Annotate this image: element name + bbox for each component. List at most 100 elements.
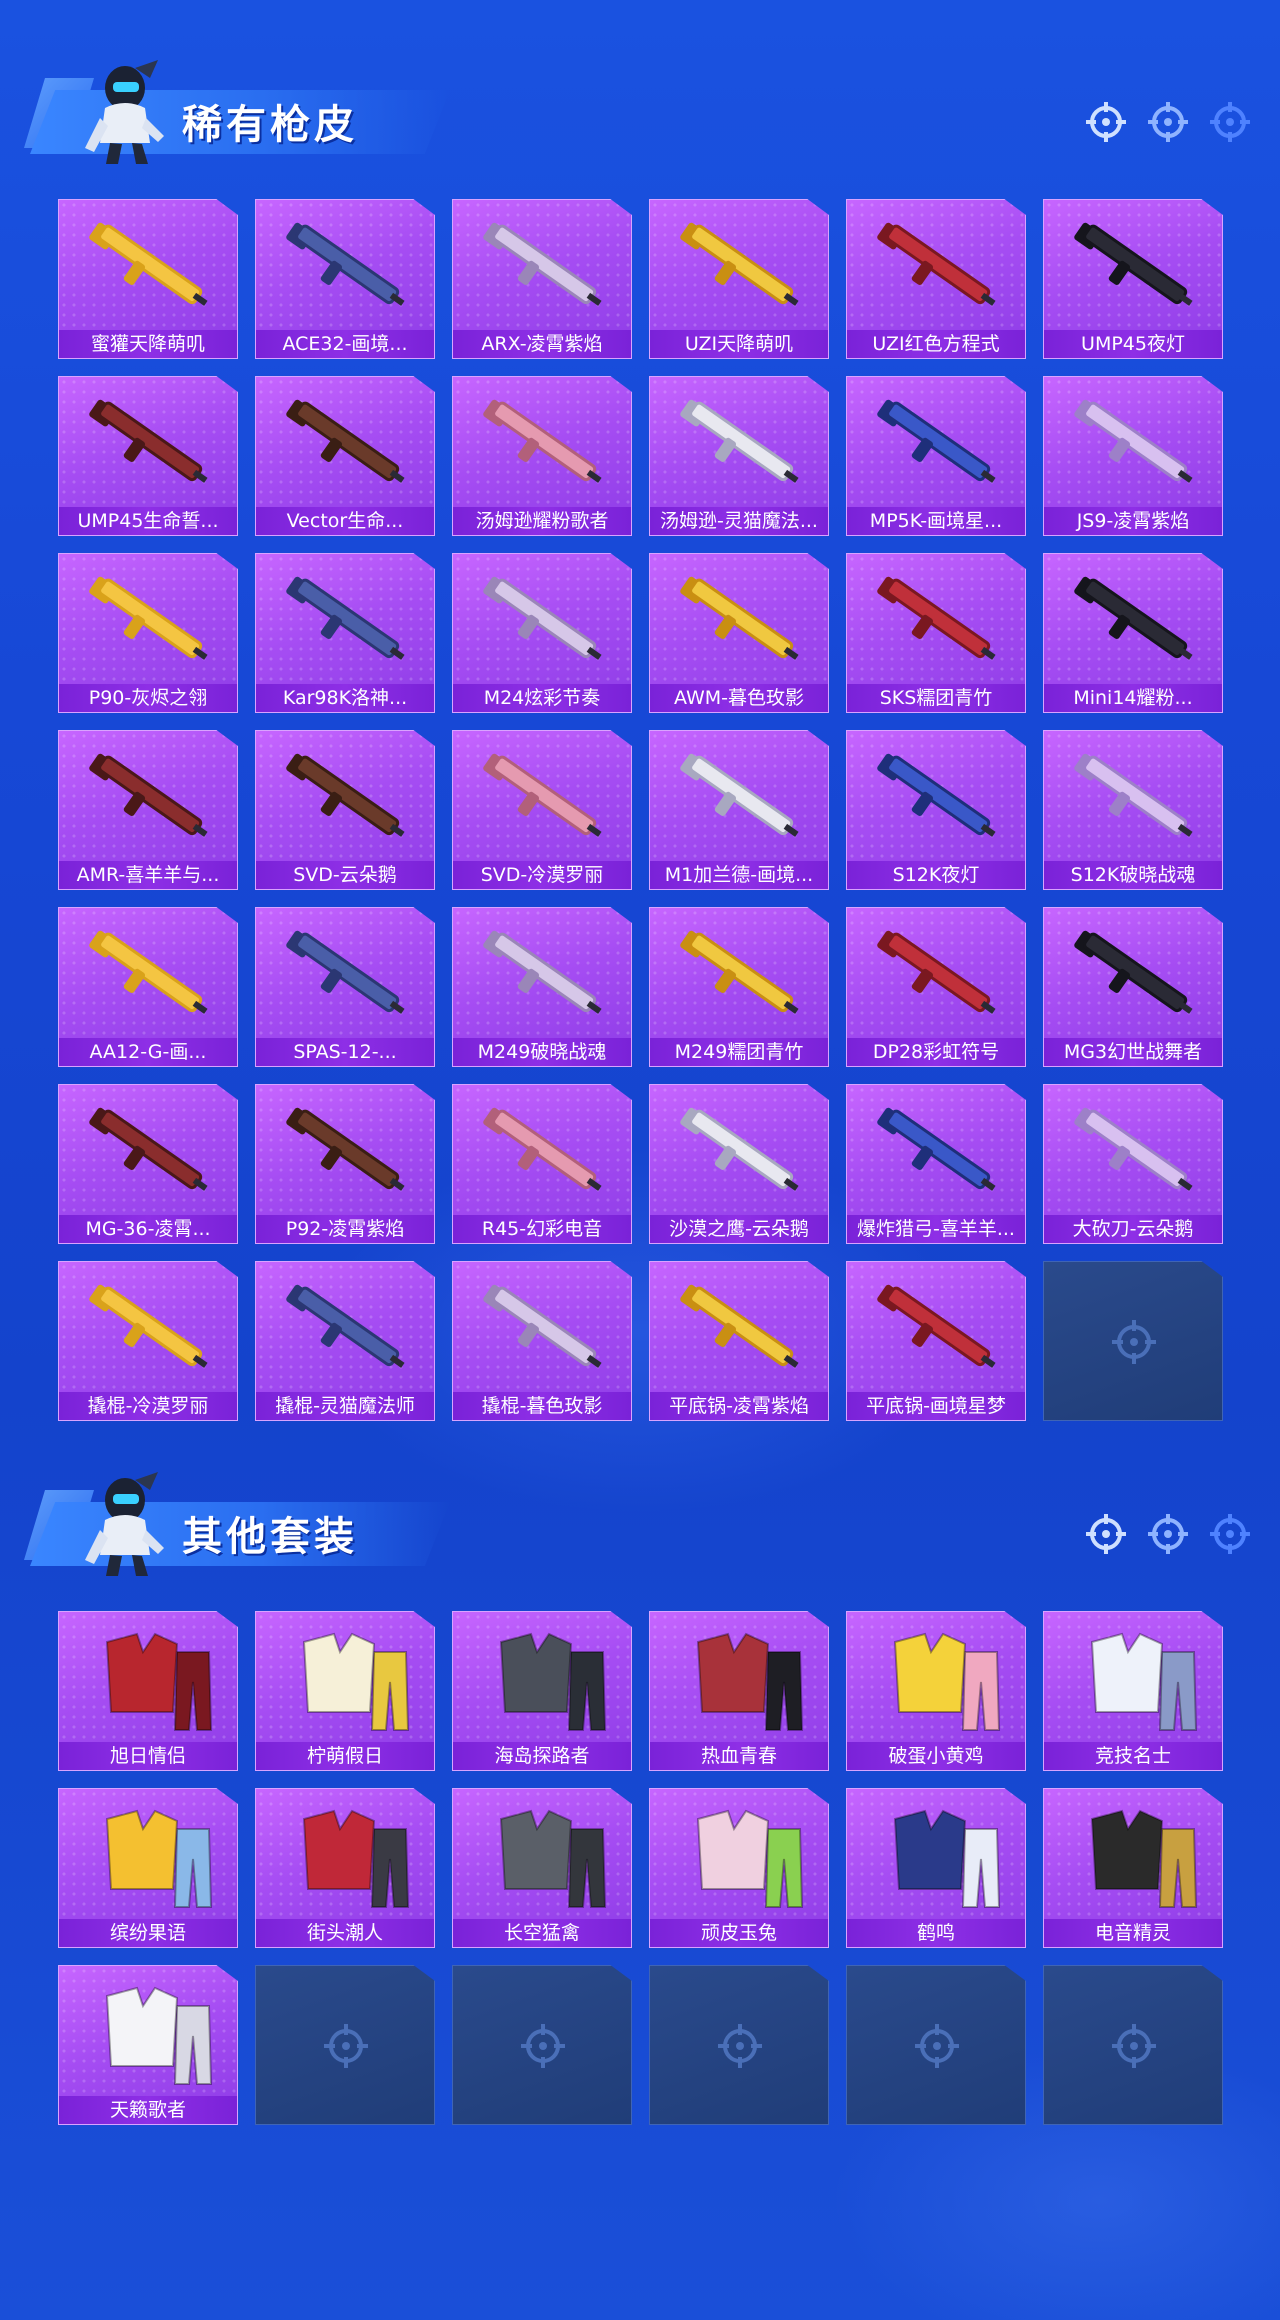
skin-card[interactable]: 平底锅-凌霄紫焰 (649, 1261, 829, 1421)
skin-card[interactable]: DP28彩虹符号 (846, 907, 1026, 1067)
crosshair-icon (1112, 1320, 1156, 1364)
item-label: MG-36-凌霄... (59, 1215, 237, 1243)
skin-card[interactable]: S12K夜灯 (846, 730, 1026, 890)
skin-card[interactable]: 平底锅-画境星梦 (846, 1261, 1026, 1421)
outfit-icon (893, 1632, 1001, 1731)
skin-card[interactable]: R45-幻彩电音 (452, 1084, 632, 1244)
outfit-card[interactable]: 街头潮人 (255, 1788, 435, 1948)
outfit-card[interactable]: 顽皮玉兔 (649, 1788, 829, 1948)
gun-skin-icon (89, 576, 208, 660)
gun-skin-icon (680, 222, 799, 306)
skin-card[interactable]: P92-凌霄紫焰 (255, 1084, 435, 1244)
skin-card[interactable]: Mini14耀粉... (1043, 553, 1223, 713)
skin-card[interactable]: M24炫彩节奏 (452, 553, 632, 713)
skin-card[interactable]: 撬棍-冷漠罗丽 (58, 1261, 238, 1421)
item-label: AA12-G-画... (59, 1038, 237, 1066)
gun-skin-icon (680, 753, 799, 837)
gun-skin-icon (286, 399, 405, 483)
empty-slot (255, 1965, 435, 2125)
gun-skin-icon (286, 222, 405, 306)
outfit-card[interactable]: 长空猛禽 (452, 1788, 632, 1948)
item-label: Kar98K洛神... (256, 684, 434, 712)
skin-card[interactable]: M249破晓战魂 (452, 907, 632, 1067)
skin-card[interactable]: M249糯团青竹 (649, 907, 829, 1067)
skin-card[interactable]: MG-36-凌霄... (58, 1084, 238, 1244)
item-label: UZI红色方程式 (847, 330, 1025, 358)
skin-card[interactable]: UMP45夜灯 (1043, 199, 1223, 359)
section-title: 稀有枪皮 (182, 102, 358, 148)
skin-card[interactable]: 汤姆逊耀粉歌者 (452, 376, 632, 536)
outfit-card[interactable]: 电音精灵 (1043, 1788, 1223, 1948)
skin-card[interactable]: P90-灰烬之翎 (58, 553, 238, 713)
outfit-card[interactable]: 缤纷果语 (58, 1788, 238, 1948)
skin-card[interactable]: 汤姆逊-灵猫魔法... (649, 376, 829, 536)
pistol-skin-icon (680, 1107, 799, 1191)
skin-card[interactable]: AMR-喜羊羊与... (58, 730, 238, 890)
gun-skin-icon (1074, 576, 1193, 660)
outfit-card[interactable]: 破蛋小黄鸡 (846, 1611, 1026, 1771)
skin-card[interactable]: MG3幻世战舞者 (1043, 907, 1223, 1067)
item-label: 热血青春 (650, 1742, 828, 1770)
skin-card[interactable]: 撬棍-灵猫魔法师 (255, 1261, 435, 1421)
crowbar-skin-icon (483, 1284, 602, 1368)
other-outfits-grid: 旭日情侣 柠萌假日 海岛探路者 热血青春 破蛋小黄鸡 竞技名士缤纷果语 街头潮人 长空猛禽 顽皮… (58, 1611, 1223, 2125)
outfit-card[interactable]: 旭日情侣 (58, 1611, 238, 1771)
item-label: AWM-暮色玫影 (650, 684, 828, 712)
outfit-card[interactable]: 鹤鸣 (846, 1788, 1026, 1948)
skin-card[interactable]: AA12-G-画... (58, 907, 238, 1067)
item-label: S12K夜灯 (847, 861, 1025, 889)
gun-skin-icon (877, 753, 996, 837)
item-label: S12K破晓战魂 (1044, 861, 1222, 889)
outfit-card[interactable]: 热血青春 (649, 1611, 829, 1771)
item-label: 柠萌假日 (256, 1742, 434, 1770)
item-label: SVD-冷漠罗丽 (453, 861, 631, 889)
skin-card[interactable]: SVD-云朵鹅 (255, 730, 435, 890)
skin-card[interactable]: JS9-凌霄紫焰 (1043, 376, 1223, 536)
skin-card[interactable]: UZI天降萌叽 (649, 199, 829, 359)
outfit-card[interactable]: 柠萌假日 (255, 1611, 435, 1771)
rare-skins-grid: 蜜獾天降萌叽 ACE32-画境... ARX-凌霄紫焰 UZI天降萌叽 UZI红色方程式… (58, 199, 1223, 1421)
crosshair-icon (1210, 102, 1250, 142)
skin-card[interactable]: 爆炸猎弓-喜羊羊... (846, 1084, 1026, 1244)
skin-card[interactable]: SVD-冷漠罗丽 (452, 730, 632, 890)
item-label: 破蛋小黄鸡 (847, 1742, 1025, 1770)
outfit-card[interactable]: 竞技名士 (1043, 1611, 1223, 1771)
crosshair-icon (324, 2024, 368, 2068)
item-label: 沙漠之鹰-云朵鹅 (650, 1215, 828, 1243)
item-label: DP28彩虹符号 (847, 1038, 1025, 1066)
item-label: AMR-喜羊羊与... (59, 861, 237, 889)
crosshair-icon (915, 2024, 959, 2068)
skin-card[interactable]: MP5K-画境星... (846, 376, 1026, 536)
skin-card[interactable]: Kar98K洛神... (255, 553, 435, 713)
skin-card[interactable]: Vector生命... (255, 376, 435, 536)
skin-card[interactable]: UZI红色方程式 (846, 199, 1026, 359)
item-label: Vector生命... (256, 507, 434, 535)
item-label: 汤姆逊耀粉歌者 (453, 507, 631, 535)
outfit-card[interactable]: 海岛探路者 (452, 1611, 632, 1771)
gun-skin-icon (483, 399, 602, 483)
crosshair-icon (1148, 102, 1188, 142)
skin-card[interactable]: UMP45生命誓... (58, 376, 238, 536)
gun-skin-icon (680, 930, 799, 1014)
outfit-icon (105, 1632, 213, 1731)
item-label: 长空猛禽 (453, 1919, 631, 1947)
outfit-icon (105, 1809, 213, 1908)
skin-card[interactable]: M1加兰德-画境... (649, 730, 829, 890)
skin-card[interactable]: 沙漠之鹰-云朵鹅 (649, 1084, 829, 1244)
gun-skin-icon (877, 222, 996, 306)
item-label: 大砍刀-云朵鹅 (1044, 1215, 1222, 1243)
outfit-card[interactable]: 天籁歌者 (58, 1965, 238, 2125)
skin-card[interactable]: ACE32-画境... (255, 199, 435, 359)
skin-card[interactable]: ARX-凌霄紫焰 (452, 199, 632, 359)
skin-card[interactable]: SKS糯团青竹 (846, 553, 1026, 713)
item-label: 海岛探路者 (453, 1742, 631, 1770)
outfit-icon (696, 1632, 804, 1731)
skin-card[interactable]: 蜜獾天降萌叽 (58, 199, 238, 359)
skin-card[interactable]: 大砍刀-云朵鹅 (1043, 1084, 1223, 1244)
skin-card[interactable]: 撬棍-暮色玫影 (452, 1261, 632, 1421)
gun-skin-icon (877, 930, 996, 1014)
skin-card[interactable]: S12K破晓战魂 (1043, 730, 1223, 890)
gun-skin-icon (286, 930, 405, 1014)
skin-card[interactable]: SPAS-12-... (255, 907, 435, 1067)
skin-card[interactable]: AWM-暮色玫影 (649, 553, 829, 713)
